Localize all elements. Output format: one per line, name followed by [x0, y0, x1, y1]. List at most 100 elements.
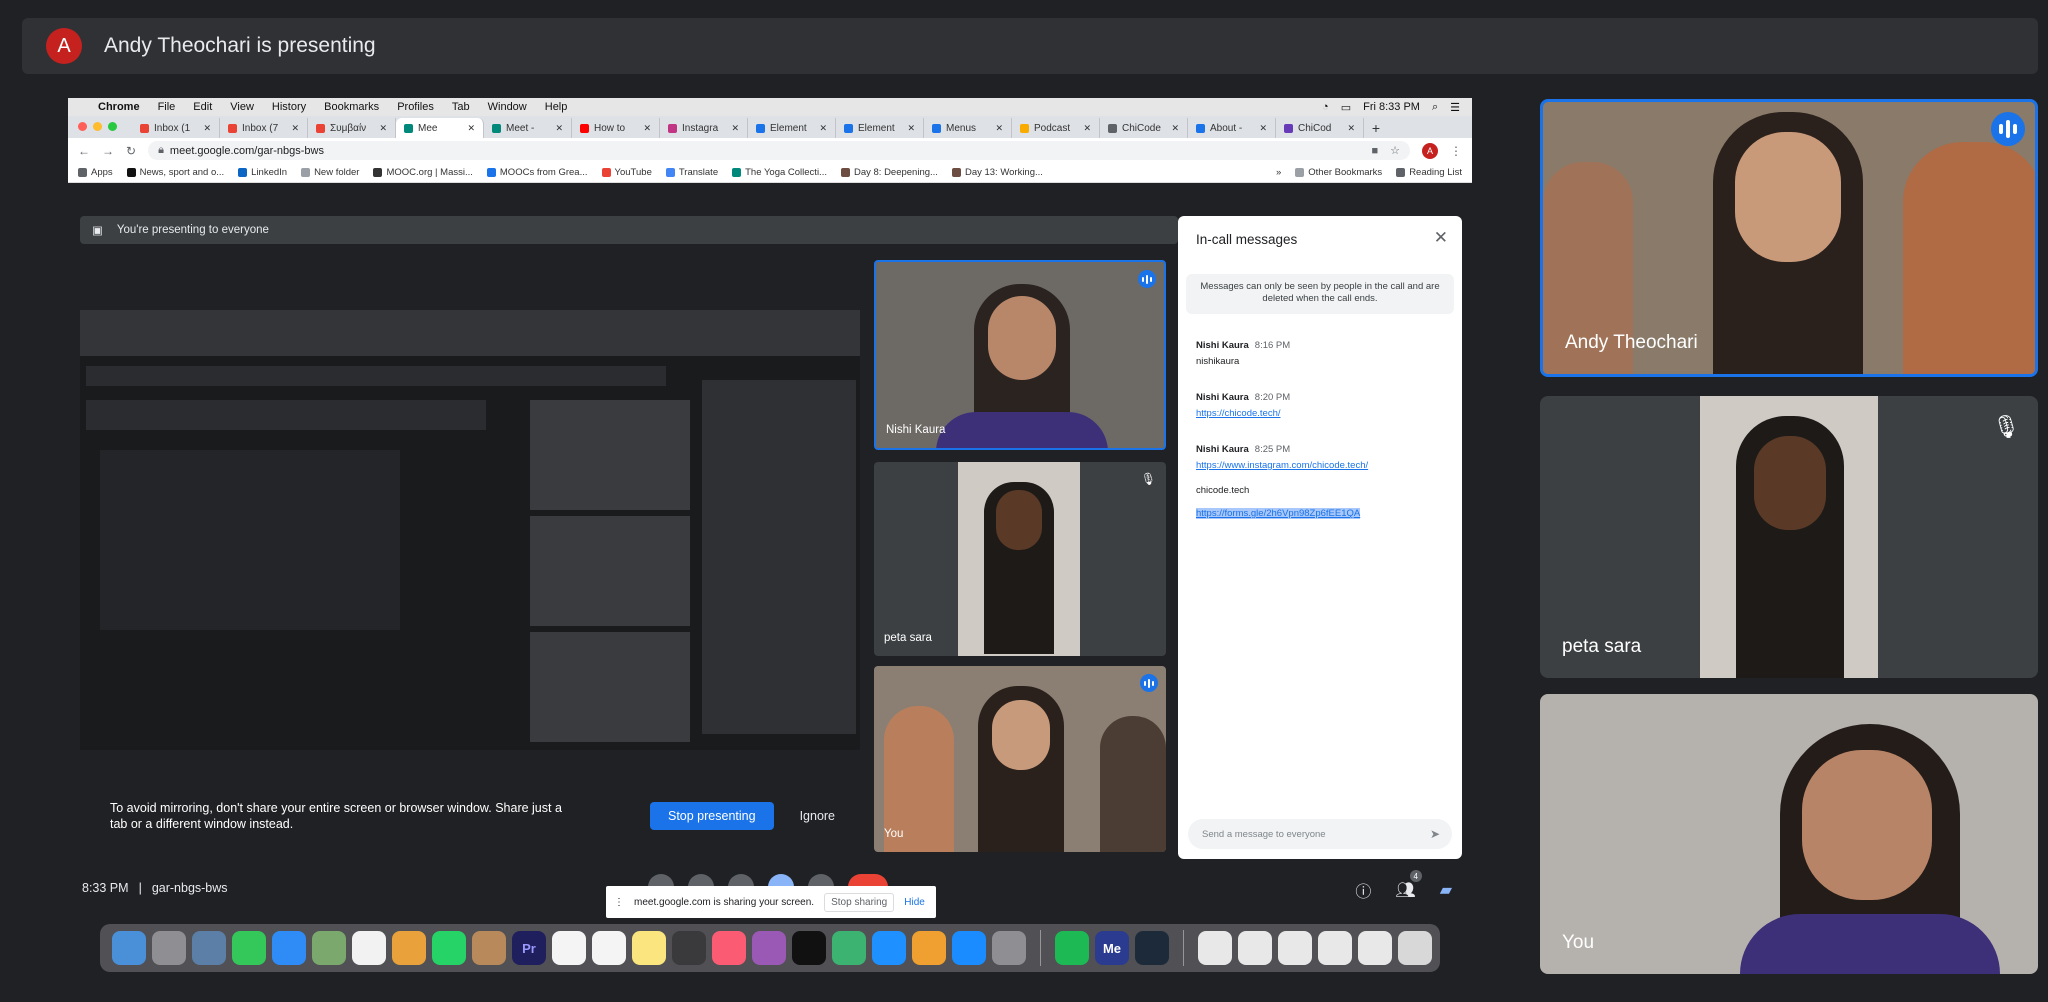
screenshot-icon[interactable]	[1358, 931, 1392, 965]
browser-tab[interactable]: Instagra ✕	[660, 118, 748, 138]
menu-tab[interactable]: Tab	[452, 101, 470, 113]
browser-tab[interactable]: Mee ✕	[396, 118, 484, 138]
bookmark-item[interactable]: Apps	[78, 167, 113, 178]
tab-close-icon[interactable]: ✕	[203, 123, 211, 134]
kebab-menu-icon[interactable]: ⋮	[1450, 144, 1462, 158]
browser-tab[interactable]: How to ✕	[572, 118, 660, 138]
search-icon[interactable]: ⌕	[1432, 101, 1438, 114]
participant-tile[interactable]: Nishi Kaura	[874, 260, 1166, 450]
reminders-icon[interactable]	[592, 931, 626, 965]
browser-tab[interactable]: Menus ✕	[924, 118, 1012, 138]
menu-history[interactable]: History	[272, 101, 306, 113]
url-field[interactable]: 🔒︎ meet.google.com/gar-nbgs-bws ■ ☆	[148, 141, 1410, 160]
wifi-icon[interactable]: ◔	[1322, 101, 1329, 113]
bookmark-item[interactable]: MOOCs from Grea...	[486, 167, 588, 178]
menu-clock[interactable]: Fri 8:33 PM	[1363, 101, 1420, 113]
browser-tab[interactable]: Element ✕	[836, 118, 924, 138]
star-icon[interactable]: ☆	[1390, 144, 1400, 157]
chat-input[interactable]: Send a message to everyone ➤	[1188, 819, 1452, 849]
browser-tab[interactable]: Inbox (7 ✕	[220, 118, 308, 138]
screenshot-icon[interactable]	[1278, 931, 1312, 965]
launchpad-icon[interactable]	[152, 931, 186, 965]
reload-icon[interactable]: ↻	[126, 144, 136, 158]
bookmark-item[interactable]: Day 13: Working...	[951, 167, 1043, 178]
photos-icon[interactable]	[392, 931, 426, 965]
notebook-icon[interactable]	[472, 931, 506, 965]
quicktime-icon[interactable]	[1135, 931, 1169, 965]
maps-icon[interactable]	[312, 931, 346, 965]
menu-chrome[interactable]: Chrome	[98, 101, 140, 113]
message-link[interactable]: https://forms.gle/2h6Vpn98Zp6fEE1QA	[1196, 508, 1361, 519]
close-window-icon[interactable]	[78, 122, 87, 131]
settings-icon[interactable]	[992, 931, 1026, 965]
podcasts-icon[interactable]	[752, 931, 786, 965]
menu-help[interactable]: Help	[545, 101, 568, 113]
browser-tab[interactable]: Inbox (1 ✕	[132, 118, 220, 138]
document-icon[interactable]	[1198, 931, 1232, 965]
browser-tab[interactable]: Podcast ✕	[1012, 118, 1100, 138]
tv-icon[interactable]	[792, 931, 826, 965]
trash-icon[interactable]	[1398, 931, 1432, 965]
tab-close-icon[interactable]: ✕	[555, 123, 563, 134]
participant-tile[interactable]: 🎙︎ peta sara	[874, 462, 1166, 656]
browser-tab[interactable]: Meet - ✕	[484, 118, 572, 138]
browser-tab[interactable]: Element ✕	[748, 118, 836, 138]
message-link[interactable]: https://www.instagram.com/chicode.tech/	[1196, 460, 1368, 471]
messages-icon[interactable]	[272, 931, 306, 965]
info-icon[interactable]: ⓘ	[1355, 878, 1371, 902]
screenshot-icon[interactable]	[1238, 931, 1272, 965]
menu-profiles[interactable]: Profiles	[397, 101, 434, 113]
browser-tab[interactable]: ChiCod ✕	[1276, 118, 1364, 138]
notes-icon[interactable]	[632, 931, 666, 965]
menu-view[interactable]: View	[230, 101, 254, 113]
preview-icon[interactable]	[192, 931, 226, 965]
bookmark-item[interactable]: The Yoga Collecti...	[732, 167, 827, 178]
music-icon[interactable]	[712, 931, 746, 965]
premiere-icon[interactable]: Pr	[512, 931, 546, 965]
participant-tile[interactable]: 🎙︎ peta sara	[1540, 396, 2038, 678]
screenshot-icon[interactable]	[1318, 931, 1352, 965]
tab-close-icon[interactable]: ✕	[291, 123, 299, 134]
facetime-icon[interactable]	[232, 931, 266, 965]
bookmark-item[interactable]: LinkedIn	[238, 167, 287, 178]
bookmark-item[interactable]: Translate	[665, 167, 718, 178]
tab-close-icon[interactable]: ✕	[1347, 123, 1355, 134]
tab-close-icon[interactable]: ✕	[467, 123, 475, 134]
menu-window[interactable]: Window	[488, 101, 527, 113]
participant-tile[interactable]: Andy Theochari	[1540, 99, 2038, 377]
whatsapp-icon[interactable]	[432, 931, 466, 965]
finalcut-icon[interactable]	[672, 931, 706, 965]
ignore-button[interactable]: Ignore	[800, 809, 835, 823]
browser-tab[interactable]: Συμβαίν ✕	[308, 118, 396, 138]
spotify-icon[interactable]	[1055, 931, 1089, 965]
tab-close-icon[interactable]: ✕	[731, 123, 739, 134]
hide-button[interactable]: Hide	[904, 897, 925, 908]
camera-icon[interactable]: ■	[1371, 145, 1378, 157]
profile-avatar[interactable]: A	[1422, 142, 1438, 159]
tab-close-icon[interactable]: ✕	[643, 123, 651, 134]
tab-close-icon[interactable]: ✕	[819, 123, 827, 134]
tab-close-icon[interactable]: ✕	[907, 123, 915, 134]
reading-list[interactable]: Reading List	[1396, 167, 1462, 178]
tab-close-icon[interactable]: ✕	[379, 123, 387, 134]
pages-icon[interactable]	[912, 931, 946, 965]
grip-icon[interactable]: ⋮	[614, 897, 624, 908]
back-icon[interactable]: ←	[78, 144, 90, 158]
finder-icon[interactable]	[112, 931, 146, 965]
bookmark-item[interactable]: MOOC.org | Massi...	[373, 167, 473, 178]
control-center-icon[interactable]: ☰	[1450, 101, 1460, 114]
bookmark-item[interactable]: New folder	[301, 167, 359, 178]
bookmark-item[interactable]: YouTube	[601, 167, 652, 178]
forward-icon[interactable]: →	[102, 144, 114, 158]
participant-tile[interactable]: You	[1540, 694, 2038, 974]
calendar-icon[interactable]	[552, 931, 586, 965]
close-icon[interactable]: ✕	[1434, 228, 1448, 248]
appstore-icon[interactable]	[952, 931, 986, 965]
menu-bookmarks[interactable]: Bookmarks	[324, 101, 379, 113]
battery-icon[interactable]: ▭	[1341, 101, 1351, 114]
browser-tab[interactable]: ChiCode ✕	[1100, 118, 1188, 138]
chrome-icon[interactable]	[352, 931, 386, 965]
zoom-window-icon[interactable]	[108, 122, 117, 131]
people-icon[interactable]: 👥︎ 4	[1395, 870, 1422, 900]
tab-close-icon[interactable]: ✕	[995, 123, 1003, 134]
